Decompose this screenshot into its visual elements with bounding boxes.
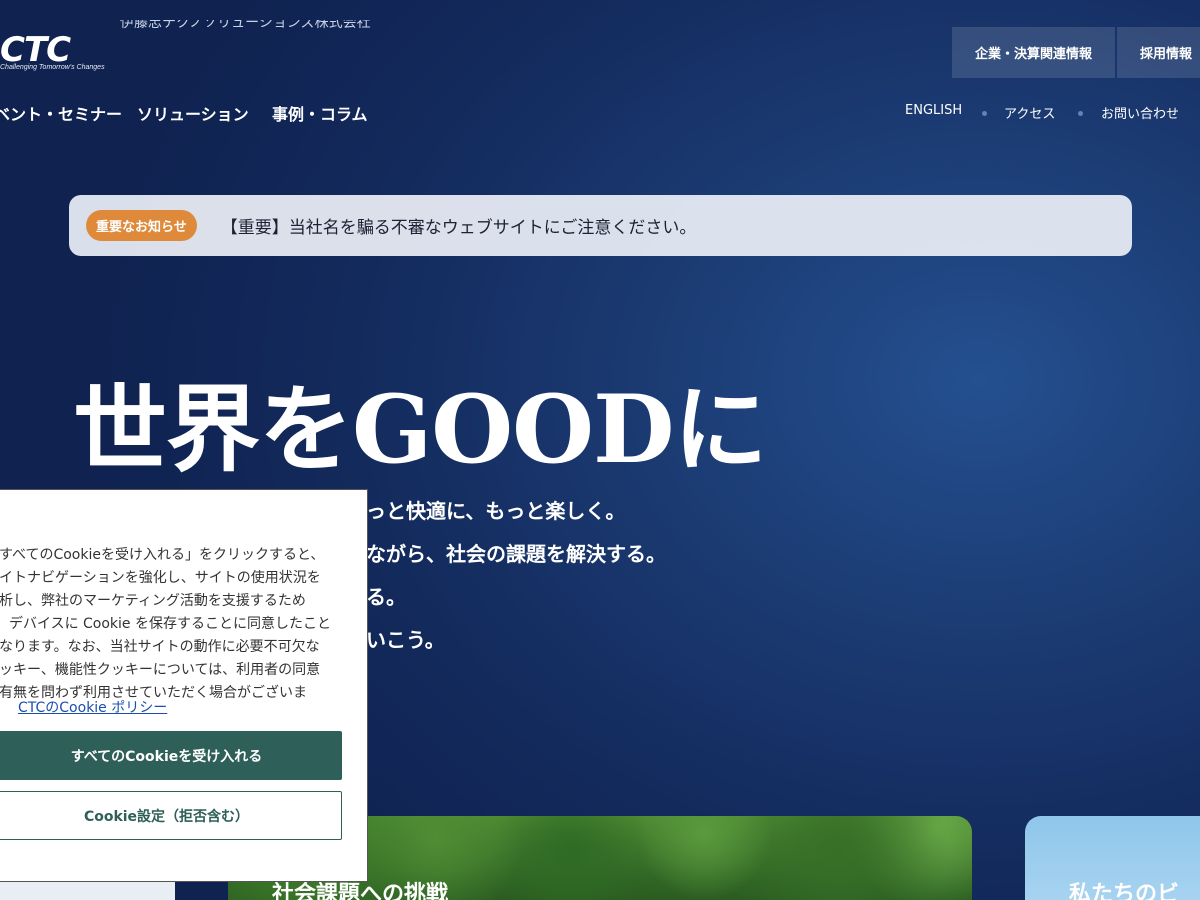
cookie-text-line: デバイスに Cookie を保存することに同意したこと [9,616,331,632]
important-notice-bar[interactable]: 重要なお知らせ 【重要】当社名を騙る不審なウェブサイトにご注意ください。 [69,195,1132,256]
cookie-text-line: なります。なお、当社サイトの動作に必要不可欠な [0,639,320,655]
left-card-fragment [0,880,175,900]
company-name-text: 伊藤忠テクノソリューションズ株式会社 [120,20,371,31]
cookie-text-line: ッキー、機能性クッキーについては、利用者の同意 [0,662,321,678]
cookie-text-line: イトナビゲーションを強化し、サイトの使用状況を [0,570,321,586]
cookie-text-line: 析し、弊社のマーケティング活動を支援するため [0,593,306,609]
nav-item-solutions[interactable]: ソリューション [137,101,249,125]
util-link-contact[interactable]: お問い合わせ [1101,103,1179,122]
hero-title: 世界をGOODに [73,375,768,485]
ctc-logo[interactable]: CTC Challenging Tomorrow's Changes [0,24,110,74]
company-name: 伊藤忠テクノソリューションズ株式会社 [120,20,371,40]
corporate-info-button[interactable]: 企業・決算関連情報 [952,27,1115,78]
cookie-settings-button[interactable]: Cookie設定（拒否含む） [0,791,342,840]
notice-text[interactable]: 【重要】当社名を騙る不審なウェブサイトにご注意ください。 [221,213,697,238]
logo-tagline: Challenging Tomorrow's Changes [0,64,105,71]
hero-line: っと快適に、もっと楽しく。 [366,499,626,523]
recruit-button[interactable]: 採用情報 [1117,27,1200,78]
nav-item-events[interactable]: ベント・セミナー [0,101,122,125]
util-link-access[interactable]: アクセス [1004,103,1055,122]
nav-item-cases[interactable]: 事例・コラム [272,101,368,125]
card-title: 私たちのビ [1069,882,1180,900]
hero-line: る。 [366,585,406,609]
cookie-text-line: すべてのCookieを受け入れる」をクリックすると、 [0,547,325,563]
accept-all-cookies-button[interactable]: すべてのCookieを受け入れる [0,731,342,780]
notice-badge: 重要なお知らせ [86,210,197,241]
cookie-consent-dialog: すべてのCookieを受け入れる」をクリックすると、 イトナビゲーションを強化し… [0,489,368,882]
card-our-vision[interactable]: 私たちのビ [1025,816,1200,900]
hero-line: いこう。 [366,628,445,652]
hero-line: ながら、社会の課題を解決する。 [366,542,666,566]
cookie-policy-link[interactable]: CTCのCookie ポリシー [18,697,167,717]
separator-dot [982,111,987,116]
separator-dot [1078,111,1083,116]
util-link-english[interactable]: ENGLISH [905,103,962,118]
